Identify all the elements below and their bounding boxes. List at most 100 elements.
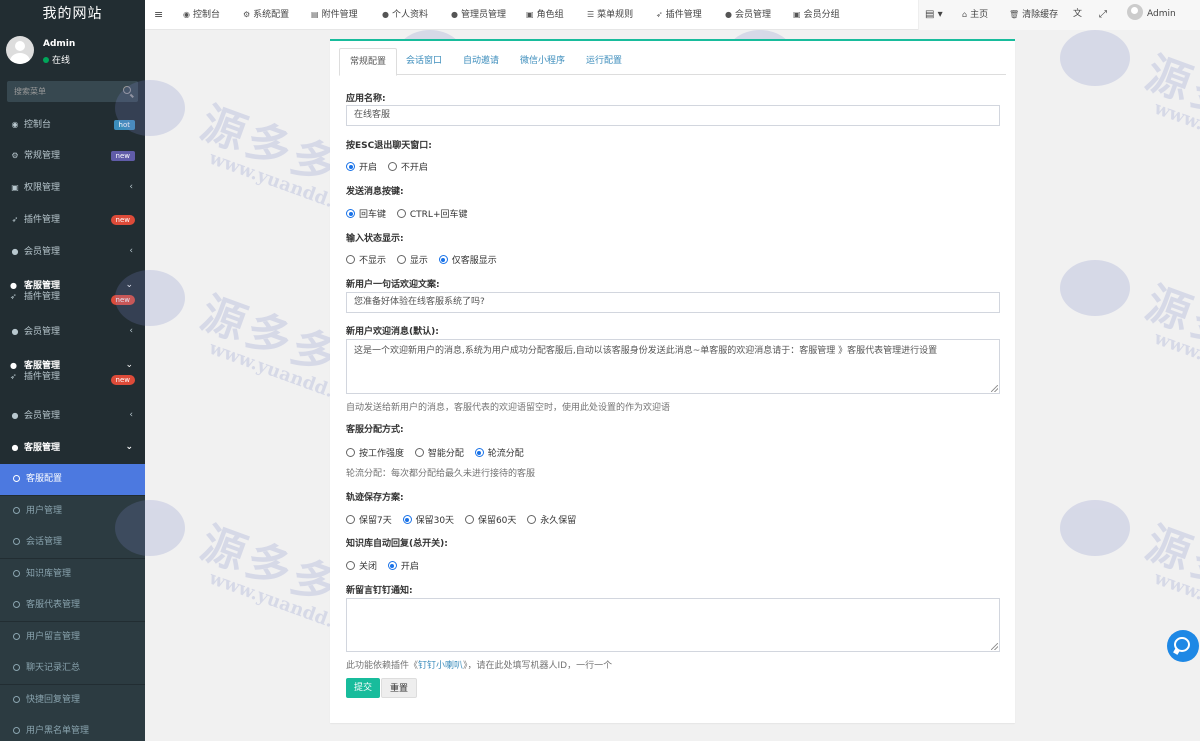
dingtalk-textarea[interactable] (346, 598, 1000, 652)
resize-grip-icon[interactable] (991, 643, 998, 650)
nav-member-groups[interactable]: ▣ 会员分组 (793, 0, 840, 30)
user-circle-icon: ● (11, 411, 19, 420)
chevron-left-icon: ‹ (129, 410, 133, 420)
sidebar-toggle-icon[interactable]: ≡ (154, 0, 163, 30)
menu-search-input[interactable] (7, 81, 117, 102)
sidebar-sub-chat-records[interactable]: 聊天记录汇总 (0, 653, 145, 684)
typing-radio-group: 不显示 显示 仅客服显示 (346, 253, 505, 266)
track-radio-7d[interactable]: 保留7天 (346, 513, 392, 526)
user-icon: ● (382, 10, 389, 19)
multi-menu-dropdown-icon[interactable]: ▤ ▾ (925, 0, 943, 30)
tab-wechat-miniprogram[interactable]: 微信小程序 (510, 48, 575, 75)
kb-radio-on[interactable]: 开启 (387, 559, 419, 572)
sidebar-sub-agents[interactable]: 客服代表管理 (0, 590, 145, 621)
chevron-left-icon: ‹ (129, 182, 133, 192)
sidebar: 我的网站 Admin 在线 ◉控制台 hot ⚙常规管理 new ▣权限管理 ‹… (0, 0, 145, 741)
nav-dashboard[interactable]: ◉ 控制台 (183, 0, 220, 30)
sidebar-sub-sessions[interactable]: 会话管理 (0, 527, 145, 558)
sidebar-sub-knowledge[interactable]: 知识库管理 (0, 559, 145, 590)
new-badge: new (110, 295, 135, 305)
sidebar-item-member-3[interactable]: ● 会员管理 ‹ (0, 400, 145, 431)
tab-general[interactable]: 常规配置 (339, 48, 398, 76)
sidebar-sub-blacklist[interactable]: 用户黑名单管理 (0, 716, 145, 741)
nav-attachments[interactable]: ▤ 附件管理 (311, 0, 358, 30)
nav-system-config[interactable]: ⚙ 系统配置 (243, 0, 289, 30)
kb-radio-off[interactable]: 关闭 (346, 559, 377, 572)
submit-button[interactable]: 提交 (346, 678, 381, 698)
dingtalk-plugin-link[interactable]: 钉钉小喇叭 (418, 661, 463, 671)
sidebar-sub-kefu-config[interactable]: 客服配置 (0, 464, 145, 495)
send-key-radio-ctrl-enter[interactable]: CTRL+回车键 (396, 207, 467, 220)
typing-radio-agent-only[interactable]: 仅客服显示 (438, 253, 497, 266)
nav-addons[interactable]: ➶ 插件管理 (656, 0, 702, 30)
sidebar-item-addon[interactable]: ➶ 插件管理 new (0, 204, 145, 235)
resize-grip-icon[interactable] (991, 385, 998, 392)
new-badge: new (110, 375, 135, 385)
clear-cache-button[interactable]: 🗑 清除缓存 (1009, 0, 1058, 30)
circle-icon (13, 507, 20, 514)
tab-auto-invite[interactable]: 自动邀请 (453, 48, 509, 75)
welcome-msg-label: 新用户欢迎消息(默认): (346, 327, 439, 337)
avatar (1127, 4, 1143, 20)
track-radio-60d[interactable]: 保留60天 (464, 513, 516, 526)
track-radio-30d[interactable]: 保留30天 (402, 513, 454, 526)
sidebar-sub-messages[interactable]: 用户留言管理 (0, 622, 145, 653)
avatar (6, 36, 34, 64)
typing-radio-show[interactable]: 显示 (396, 253, 428, 266)
chat-bubble-icon[interactable] (1167, 630, 1199, 662)
assign-radio-round-robin[interactable]: 轮流分配 (474, 446, 524, 459)
nav-members[interactable]: ● 会员管理 (725, 0, 771, 30)
home-link[interactable]: ⌂ 主页 (962, 0, 988, 30)
welcome-input[interactable]: 您准备好体验在线客服系统了吗? (346, 292, 1000, 313)
typing-radio-hide[interactable]: 不显示 (346, 253, 386, 266)
welcome-msg-textarea[interactable]: 这是一个欢迎新用户的消息,系统为用户成功分配客服后,自动以该客服身份发送此消息~… (346, 339, 1000, 394)
dashboard-icon: ◉ (183, 10, 190, 19)
assign-radio-smart[interactable]: 智能分配 (414, 446, 464, 459)
translate-icon[interactable]: 文 (1073, 0, 1082, 30)
sidebar-item-kefu[interactable]: ● 客服管理 ⌄ (0, 432, 145, 463)
user-menu[interactable]: Admin (1127, 0, 1176, 30)
user-circle-icon: ● (11, 327, 19, 336)
file-icon: ▤ (311, 10, 319, 19)
tab-runtime-config[interactable]: 运行配置 (576, 48, 632, 75)
user-status: 在线 (43, 53, 70, 66)
track-radio-forever[interactable]: 永久保留 (527, 513, 576, 526)
nav-admins[interactable]: ● 管理员管理 (451, 0, 506, 30)
track-radio-group: 保留7天 保留30天 保留60天 永久保留 (346, 513, 584, 526)
sidebar-item-general[interactable]: ⚙ 常规管理 new (0, 140, 145, 171)
nav-role-group[interactable]: ▣ 角色组 (526, 0, 564, 30)
sidebar-item-dashboard[interactable]: ◉ 控制台 hot (0, 109, 145, 140)
send-key-radio-enter[interactable]: 回车键 (346, 207, 386, 220)
site-logo[interactable]: 我的网站 (0, 0, 145, 30)
sidebar-item-kefu-overlap[interactable]: ● 客服管理 ➶ 插件管理 ⌄ new (0, 280, 145, 305)
comment-icon: ● (10, 281, 17, 290)
circle-icon (13, 727, 20, 734)
dingtalk-help: 此功能依赖插件《钉钉小喇叭》，请在此处填写机器人ID，一行一个 (346, 661, 613, 671)
hot-badge: hot (113, 120, 135, 130)
top-navbar: ≡ ◉ 控制台 ⚙ 系统配置 ▤ 附件管理 ● 个人资料 ● 管理员管理 ▣ 角色组 ☰ 菜单… (145, 0, 1200, 30)
fullscreen-icon[interactable]: ⤢ (1099, 0, 1107, 30)
cogs-icon: ⚙ (11, 151, 19, 160)
esc-radio-on[interactable]: 开启 (346, 160, 377, 173)
comment-icon: ● (10, 361, 17, 370)
sidebar-item-auth[interactable]: ▣ 权限管理 ‹ (0, 172, 145, 203)
esc-radio-off[interactable]: 不开启 (387, 160, 428, 173)
user-panel: Admin 在线 (0, 30, 145, 72)
sidebar-item-kefu-overlap-2[interactable]: ● 客服管理 ➶ 插件管理 ⌄ new (0, 360, 145, 385)
sidebar-sub-users[interactable]: 用户管理 (0, 496, 145, 527)
reset-button[interactable]: 重置 (381, 678, 418, 698)
assign-radio-workload[interactable]: 按工作强度 (346, 446, 404, 459)
nav-menu-rules[interactable]: ☰ 菜单规则 (587, 0, 633, 30)
circle-icon (13, 475, 20, 482)
chevron-down-icon: ⌄ (125, 280, 133, 290)
sidebar-item-member-2[interactable]: ● 会员管理 ‹ (0, 316, 145, 347)
send-key-label: 发送消息按键: (346, 187, 404, 197)
tab-chat-window[interactable]: 会话窗口 (396, 48, 452, 75)
user-icon: ● (451, 10, 458, 19)
search-icon[interactable] (123, 86, 131, 94)
assign-label: 客服分配方式: (346, 425, 404, 435)
sidebar-sub-quick-reply[interactable]: 快捷回复管理 (0, 685, 145, 716)
nav-profile[interactable]: ● 个人资料 (382, 0, 428, 30)
app-name-input[interactable]: 在线客服 (346, 105, 1000, 126)
sidebar-item-member[interactable]: ● 会员管理 ‹ (0, 236, 145, 267)
